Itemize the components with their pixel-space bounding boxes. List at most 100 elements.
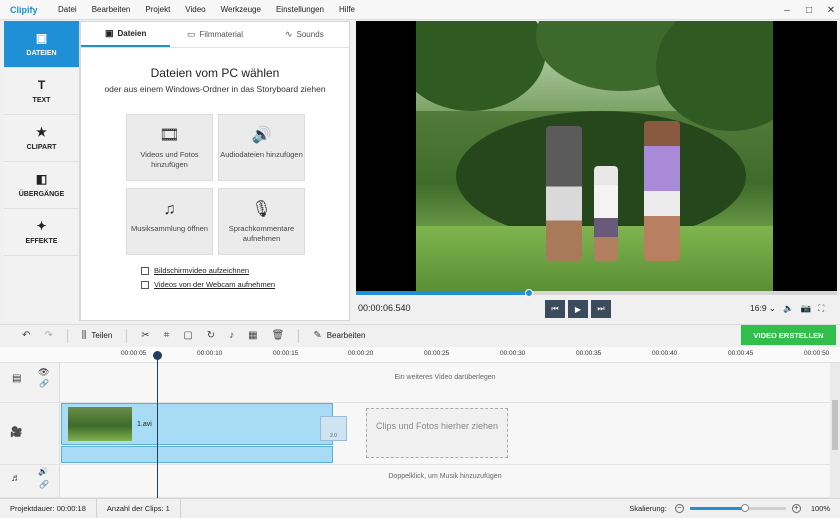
menu-video[interactable]: Video <box>185 5 205 14</box>
film-icon: ▭ <box>186 29 196 39</box>
clip-audio[interactable] <box>61 446 333 463</box>
tab-sounds[interactable]: ∿ Sounds <box>260 22 349 47</box>
video-preview[interactable] <box>356 21 837 291</box>
playhead[interactable] <box>157 351 158 498</box>
sidebar-item-label: DATEIEN <box>26 49 57 57</box>
screen-record-link[interactable]: Bildschirmvideo aufzeichnen <box>141 266 275 275</box>
create-video-button[interactable]: VIDEO ERSTELLEN <box>741 325 836 345</box>
menu-projekt[interactable]: Projekt <box>145 5 170 14</box>
tab-label: Dateien <box>117 29 147 38</box>
link-label: Videos von der Webcam aufnehmen <box>154 280 276 289</box>
menu-datei[interactable]: Datei <box>58 5 77 14</box>
sidebar: ▣ DATEIEN T TEXT ★ CLIPART ◧ ÜBERGÄNGE ✦… <box>4 21 80 321</box>
rotate-icon[interactable]: ↻ <box>207 330 215 341</box>
tab-filmmaterial[interactable]: ▭ Filmmaterial <box>170 22 259 47</box>
audio-detach-icon[interactable]: ♪ <box>229 330 234 341</box>
camera-icon[interactable]: 📷 <box>801 303 812 314</box>
divider <box>126 328 128 343</box>
playhead-handle[interactable] <box>153 351 162 360</box>
zoom-handle[interactable] <box>741 503 750 512</box>
seek-handle[interactable] <box>525 289 534 297</box>
video-camera-icon: 🎥 <box>10 427 23 438</box>
music-track[interactable]: Doppelklick, um Musik hinzuzufügen <box>60 465 830 498</box>
tile-label: Videos und Fotos hinzufügen <box>140 150 199 169</box>
clip-name: 1.avi <box>137 421 152 428</box>
ruler-tick: 00:00:35 <box>576 350 602 357</box>
fullscreen-icon[interactable]: ⛶ <box>818 303 824 314</box>
screen-icon <box>141 266 149 275</box>
film-projector-icon: 🎞 <box>159 127 180 144</box>
link-icon[interactable]: 🔗 <box>39 379 49 388</box>
tab-label: Filmmaterial <box>199 30 244 39</box>
scrollbar-thumb[interactable] <box>832 400 838 450</box>
transport-controls: ⏮ ▶ ⏭ <box>545 300 614 318</box>
tile-label: Audiodateien hinzufügen <box>220 150 303 159</box>
music-notes-icon: ♫ <box>163 201 176 218</box>
sidebar-item-effekte[interactable]: ✦ EFFEKTE <box>4 209 79 256</box>
zoom-in-icon[interactable]: + <box>791 503 801 513</box>
cut-icon[interactable]: ✂ <box>141 330 149 341</box>
webcam-record-link[interactable]: Videos von der Webcam aufnehmen <box>141 280 275 289</box>
play-button[interactable]: ▶ <box>568 300 588 318</box>
frame-icon[interactable]: ▢ <box>183 330 192 341</box>
add-videos-photos-button[interactable]: 🎞 Videos und Fotos hinzufügen <box>126 114 213 181</box>
capture-links: Bildschirmvideo aufzeichnen Videos von d… <box>141 266 275 294</box>
menu-bar: Clipify Datei Bearbeiten Projekt Video W… <box>0 0 840 20</box>
scene-person <box>594 166 618 261</box>
zoom-out-icon[interactable]: − <box>674 503 684 513</box>
ruler-tick: 00:00:45 <box>728 350 754 357</box>
sidebar-item-uebergaenge[interactable]: ◧ ÜBERGÄNGE <box>4 162 79 209</box>
video-clip[interactable]: 1.avi <box>61 403 333 445</box>
menu-werkzeuge[interactable]: Werkzeuge <box>221 5 261 14</box>
aspect-ratio-select[interactable]: 16:9 ⌄ <box>750 303 776 314</box>
overlay-track[interactable]: Ein weiteres Video darüberlegen <box>60 363 830 403</box>
transition-thumbnail[interactable]: 2.0 <box>320 416 347 441</box>
trash-icon[interactable]: 🗑 <box>272 330 285 341</box>
image-icon: ▣ <box>104 28 114 38</box>
star-icon: ★ <box>36 124 47 139</box>
crop-icon[interactable]: ⌗ <box>164 330 170 341</box>
text-icon: T <box>37 77 46 92</box>
menu-bearbeiten[interactable]: Bearbeiten <box>92 5 131 14</box>
record-voiceover-button[interactable]: 🎙 Sprachkommentare aufnehmen <box>218 188 305 255</box>
eye-icon[interactable]: 👁 <box>38 367 49 378</box>
sidebar-item-dateien[interactable]: ▣ DATEIEN <box>4 21 79 68</box>
close-button[interactable]: ✕ <box>822 0 840 20</box>
scene-person <box>546 126 582 261</box>
edit-toolbar: ↶ ↷ ⫼ Teilen ✂ ⌗ ▢ ↻ ♪ ▦ 🗑 ✎ Bearbeiten <box>0 324 840 346</box>
music-track-header: ♬ 🔊 🔗 <box>0 465 60 498</box>
speaker-icon[interactable]: 🔈 <box>783 303 794 314</box>
divider <box>298 328 300 343</box>
zoom-slider[interactable] <box>689 503 786 512</box>
sidebar-item-text[interactable]: T TEXT <box>4 68 79 115</box>
seek-bar[interactable] <box>356 289 837 297</box>
link-icon[interactable]: 🔗 <box>39 480 49 489</box>
timeline-ruler[interactable]: 00:00:05 00:00:10 00:00:15 00:00:20 00:0… <box>0 347 840 363</box>
redo-icon[interactable]: ↷ <box>44 330 52 341</box>
split-button[interactable]: ⫼ Teilen <box>82 330 113 341</box>
minimize-button[interactable]: – <box>778 0 796 20</box>
next-button[interactable]: ⏭ <box>591 300 611 318</box>
clip-settings-icon[interactable]: ▦ <box>248 330 257 341</box>
webcam-icon <box>141 280 149 289</box>
sidebar-item-label: CLIPART <box>26 143 57 151</box>
maximize-button[interactable]: □ <box>800 0 818 20</box>
ruler-tick: 00:00:20 <box>348 350 374 357</box>
ruler-tick: 00:00:15 <box>273 350 299 357</box>
add-audio-button[interactable]: 🔊 Audiodateien hinzufügen <box>218 114 305 181</box>
seek-progress <box>356 291 530 295</box>
previous-button[interactable]: ⏮ <box>545 300 565 318</box>
volume-icon[interactable]: 🔊 <box>38 467 48 476</box>
pencil-icon: ✎ <box>313 330 322 341</box>
sidebar-item-clipart[interactable]: ★ CLIPART <box>4 115 79 162</box>
drop-zone[interactable]: Clips und Fotos hierher ziehen <box>366 408 508 458</box>
menu-einstellungen[interactable]: Einstellungen <box>276 5 324 14</box>
open-music-collection-button[interactable]: ♫ Musiksammlung öffnen <box>126 188 213 255</box>
undo-icon[interactable]: ↶ <box>22 330 30 341</box>
overlay-track-header: ▤ 👁 🔗 <box>0 363 60 403</box>
menu-hilfe[interactable]: Hilfe <box>339 5 355 14</box>
zoom-label: Skalierung: <box>629 503 667 513</box>
tab-dateien[interactable]: ▣ Dateien <box>81 22 171 47</box>
music-hint: Doppelklick, um Musik hinzuzufügen <box>388 473 502 480</box>
edit-button[interactable]: ✎ Bearbeiten <box>313 330 365 341</box>
